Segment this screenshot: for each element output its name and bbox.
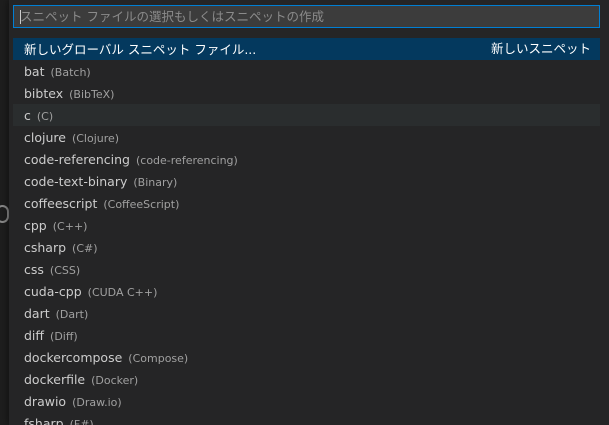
language-id: diff bbox=[24, 328, 45, 343]
language-name: (C) bbox=[36, 110, 54, 123]
language-id: fsharp bbox=[24, 416, 64, 425]
list-item[interactable]: cpp (C++) bbox=[13, 214, 600, 236]
language-name: (BibTeX) bbox=[69, 88, 115, 101]
list-item[interactable]: diff (Diff) bbox=[13, 324, 600, 346]
new-global-snippet-item[interactable]: 新しいグローバル スニペット ファイル... 新しいスニペット bbox=[13, 38, 600, 60]
list-scrollbar[interactable] bbox=[599, 38, 609, 425]
language-name: (Draw.io) bbox=[72, 396, 122, 409]
new-snippet-label: 新しいスニペット bbox=[490, 41, 591, 56]
language-id: cuda-cpp bbox=[24, 284, 82, 299]
language-name: (Dart) bbox=[55, 308, 89, 321]
snippet-quick-pick: 新しいグローバル スニペット ファイル... 新しいスニペット bat (Batc… bbox=[9, 0, 609, 425]
filter-input[interactable] bbox=[14, 6, 599, 27]
language-id: bat bbox=[24, 64, 45, 79]
language-name: (C++) bbox=[52, 220, 88, 233]
language-name: (code-referencing) bbox=[135, 154, 238, 167]
language-name: (C#) bbox=[72, 242, 98, 255]
language-id: code-referencing bbox=[24, 152, 130, 167]
language-name: (Diff) bbox=[50, 330, 78, 343]
language-id: c bbox=[24, 108, 31, 123]
list-item[interactable]: css (CSS) bbox=[13, 258, 600, 280]
language-name: (Batch) bbox=[50, 66, 91, 79]
list-item[interactable]: drawio (Draw.io) bbox=[13, 390, 600, 412]
language-name: (F#) bbox=[69, 418, 94, 425]
list-item[interactable]: bibtex (BibTeX) bbox=[13, 82, 600, 104]
language-name: (Compose) bbox=[128, 352, 189, 365]
list-item[interactable]: bat (Batch) bbox=[13, 60, 600, 82]
language-id: code-text-binary bbox=[24, 174, 128, 189]
list-item[interactable]: code-referencing (code-referencing) bbox=[13, 148, 600, 170]
language-id: bibtex bbox=[24, 86, 64, 101]
list-item[interactable]: dockerfile (Docker) bbox=[13, 368, 600, 390]
language-id: drawio bbox=[24, 394, 67, 409]
list-item[interactable]: code-text-binary (Binary) bbox=[13, 170, 600, 192]
language-name: (CUDA C++) bbox=[87, 286, 158, 299]
language-name: (Binary) bbox=[133, 176, 178, 189]
list-item[interactable]: fsharp (F#) bbox=[13, 412, 600, 425]
language-name: (Docker) bbox=[91, 374, 139, 387]
list-item[interactable]: dockercompose (Compose) bbox=[13, 346, 600, 368]
language-id: cpp bbox=[24, 218, 47, 233]
language-id: clojure bbox=[24, 130, 66, 145]
language-id: csharp bbox=[24, 240, 67, 255]
language-name: (CSS) bbox=[49, 264, 81, 277]
list-item[interactable]: cuda-cpp (CUDA C++) bbox=[13, 280, 600, 302]
text-caret bbox=[20, 10, 21, 24]
language-id: dart bbox=[24, 306, 50, 321]
language-name: (Clojure) bbox=[71, 132, 120, 145]
language-id: coffeescript bbox=[24, 196, 98, 211]
filter-box[interactable] bbox=[13, 5, 600, 28]
list-item[interactable]: dart (Dart) bbox=[13, 302, 600, 324]
list-item[interactable]: csharp (C#) bbox=[13, 236, 600, 258]
language-id: dockercompose bbox=[24, 350, 123, 365]
language-id: css bbox=[24, 262, 44, 277]
list-item[interactable]: c (C) bbox=[13, 104, 600, 126]
language-id: dockerfile bbox=[24, 372, 86, 387]
language-name: (CoffeeScript) bbox=[103, 198, 180, 211]
list-item[interactable]: coffeescript (CoffeeScript) bbox=[13, 192, 600, 214]
list-item[interactable]: clojure (Clojure) bbox=[13, 126, 600, 148]
new-global-snippet-label: 新しいグローバル スニペット ファイル... bbox=[24, 42, 257, 57]
partial-icon bbox=[0, 205, 9, 223]
snippet-language-list[interactable]: 新しいグローバル スニペット ファイル... 新しいスニペット bat (Batc… bbox=[13, 38, 600, 425]
